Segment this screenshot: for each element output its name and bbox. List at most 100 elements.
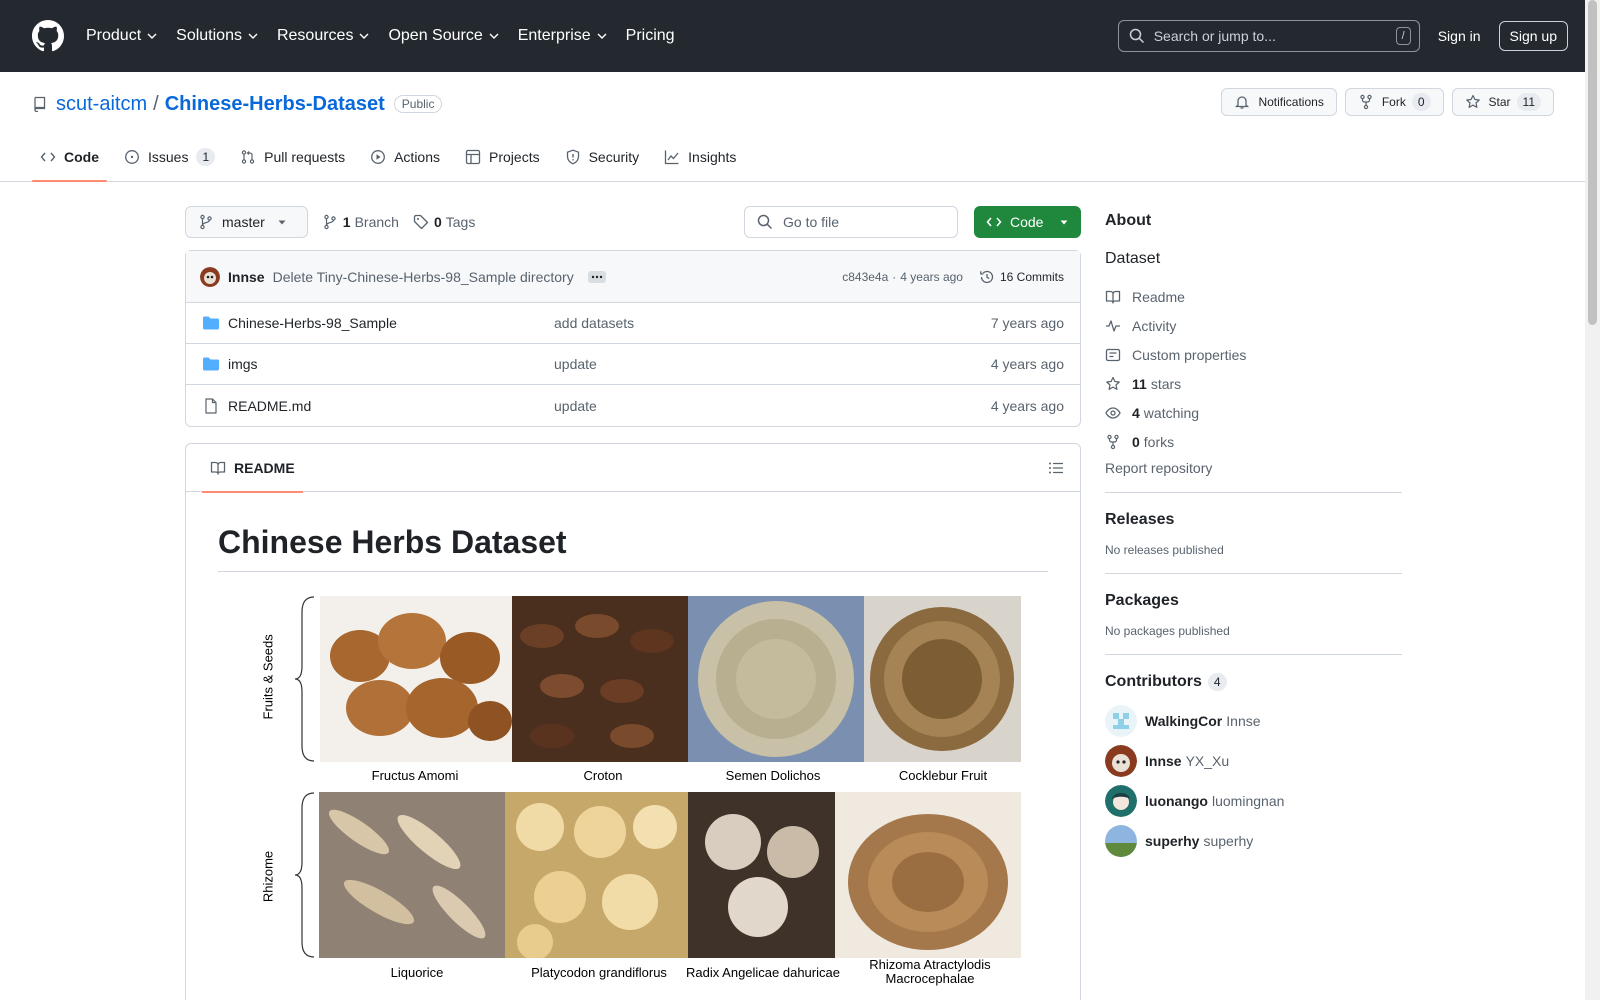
list-item[interactable]: superhy superhy xyxy=(1105,825,1402,857)
tab-insights[interactable]: Insights xyxy=(656,133,744,181)
table-row[interactable]: Chinese-Herbs-98_Sample add datasets 7 y… xyxy=(186,303,1080,344)
table-row[interactable]: README.md update 4 years ago xyxy=(186,385,1080,426)
activity-link[interactable]: Activity xyxy=(1105,311,1402,340)
commit-sha-link[interactable]: c843e4a xyxy=(842,270,888,284)
forks-count: 0 xyxy=(1132,433,1140,450)
file-commit-message[interactable]: update xyxy=(554,398,991,414)
activity-link-label: Activity xyxy=(1132,317,1177,334)
herb-caption: Fructus Amomi xyxy=(371,768,459,783)
readme-panel: README Chinese Herbs Dataset Fruits & Se… xyxy=(185,443,1081,1000)
scrollbar-thumb[interactable] xyxy=(1588,0,1597,325)
nav-product[interactable]: Product xyxy=(86,27,158,45)
tab-security[interactable]: Security xyxy=(557,133,648,181)
chevron-down-icon xyxy=(597,33,607,39)
go-to-file-input[interactable]: Go to file xyxy=(744,206,958,238)
contributor-alias: YX_Xu xyxy=(1185,753,1230,769)
file-commit-message[interactable]: update xyxy=(554,356,991,372)
branch-select-button[interactable]: master xyxy=(185,206,308,238)
file-icon xyxy=(205,397,217,414)
commit-message-link[interactable]: Delete Tiny-Chinese-Herbs-98_Sample dire… xyxy=(273,269,574,285)
code-dropdown-button[interactable]: Code xyxy=(974,206,1081,238)
fork-button[interactable]: Fork 0 xyxy=(1344,88,1444,116)
repo-sidebar: About Dataset Readme Activity Custom pro… xyxy=(1105,212,1402,857)
nav-pricing[interactable]: Pricing xyxy=(626,27,675,45)
nav-open-source[interactable]: Open Source xyxy=(388,27,499,45)
star-button[interactable]: Star 11 xyxy=(1451,88,1554,116)
code-icon xyxy=(986,217,1002,227)
table-row[interactable]: imgs update 4 years ago xyxy=(186,344,1080,385)
tab-label: Issues xyxy=(148,149,189,165)
file-commit-message[interactable]: add datasets xyxy=(554,315,991,331)
contributors-list: WalkingCor Innse Innse YX_Xu luonango lu… xyxy=(1105,705,1402,857)
repo-owner-link[interactable]: scut-aitcm xyxy=(56,93,147,116)
tab-code[interactable]: Code xyxy=(32,133,107,182)
commit-meta-dot: · xyxy=(892,269,897,284)
branches-label: Branch xyxy=(354,214,399,230)
code-button-label: Code xyxy=(1010,214,1044,230)
watchers-link[interactable]: 4 watching xyxy=(1105,398,1402,427)
branches-link[interactable]: 1 Branch xyxy=(322,214,399,230)
sign-up-button[interactable]: Sign up xyxy=(1498,21,1568,51)
repo-actions: Notifications Fork 0 Star 11 xyxy=(1213,88,1554,116)
star-icon xyxy=(1106,376,1120,390)
global-search-input[interactable]: Search or jump to... / xyxy=(1117,20,1420,52)
file-date: 4 years ago xyxy=(990,397,1064,414)
tab-pull-requests[interactable]: Pull requests xyxy=(232,133,353,181)
report-repository-link[interactable]: Report repository xyxy=(1105,460,1402,476)
file-date: 7 years ago xyxy=(990,315,1064,331)
tab-issues[interactable]: Issues 1 xyxy=(116,133,223,181)
fork-count: 0 xyxy=(1411,93,1431,111)
nav-label: Solutions xyxy=(176,27,242,44)
global-header: Product Solutions Resources Open Source … xyxy=(0,0,1600,72)
file-name-link[interactable]: README.md xyxy=(228,398,554,414)
file-name-link[interactable]: Chinese-Herbs-98_Sample xyxy=(228,315,554,331)
readme-link[interactable]: Readme xyxy=(1105,282,1402,311)
herb-caption: Croton xyxy=(583,768,623,783)
herb-caption: Platycodon grandiflorus xyxy=(531,965,667,980)
page-scrollbar[interactable] xyxy=(1585,0,1600,1000)
tags-link[interactable]: 0 Tags xyxy=(413,214,475,230)
stars-link[interactable]: 11 stars xyxy=(1105,369,1402,398)
sign-in-link[interactable]: Sign in xyxy=(1438,28,1481,44)
file-name-link[interactable]: imgs xyxy=(228,356,554,372)
forks-link[interactable]: 0 forks xyxy=(1105,427,1402,456)
expand-commit-button[interactable] xyxy=(587,270,606,283)
tab-label: Projects xyxy=(489,149,540,165)
contributor-login: Innse xyxy=(1145,753,1182,769)
nav-label: Pricing xyxy=(625,27,675,44)
nav-label: Enterprise xyxy=(517,27,591,44)
packages-section: Packages No packages published xyxy=(1105,573,1402,638)
bell-icon xyxy=(1235,96,1250,109)
nav-resources[interactable]: Resources xyxy=(277,27,370,45)
readme-tab[interactable]: README xyxy=(202,444,303,493)
readme-title: Chinese Herbs Dataset xyxy=(218,524,1048,572)
releases-heading[interactable]: Releases xyxy=(1105,511,1402,529)
list-item[interactable]: Innse YX_Xu xyxy=(1105,745,1402,777)
nav-enterprise[interactable]: Enterprise xyxy=(518,27,608,45)
list-icon[interactable] xyxy=(1048,460,1064,476)
herb-caption: Radix Angelicae dahuricae xyxy=(686,965,840,980)
github-logo-icon[interactable] xyxy=(32,20,64,52)
avatar xyxy=(1105,705,1137,737)
notifications-button[interactable]: Notifications xyxy=(1221,88,1337,116)
packages-heading[interactable]: Packages xyxy=(1105,592,1402,610)
commit-author-link[interactable]: Innse xyxy=(228,269,265,285)
search-icon xyxy=(757,214,773,230)
contributor-alias: Innse xyxy=(1226,713,1261,729)
repo-icon xyxy=(34,96,46,112)
tab-actions[interactable]: Actions xyxy=(362,133,448,181)
author-avatar[interactable] xyxy=(200,266,220,287)
branch-icon xyxy=(324,214,336,230)
search-shortcut-key: / xyxy=(1395,27,1411,45)
custom-properties-link[interactable]: Custom properties xyxy=(1105,340,1402,369)
list-item[interactable]: WalkingCor Innse xyxy=(1105,705,1402,737)
repo-name-link[interactable]: Chinese-Herbs-Dataset xyxy=(165,93,385,116)
commit-history-link[interactable]: 16 Commits xyxy=(979,269,1064,285)
tab-projects[interactable]: Projects xyxy=(457,133,548,181)
nav-solutions[interactable]: Solutions xyxy=(176,27,259,45)
herb-photo-cocklebur-fruit xyxy=(864,596,1021,762)
contributors-heading[interactable]: Contributors 4 xyxy=(1105,673,1402,691)
about-description: Dataset xyxy=(1105,250,1161,267)
repo-separator: / xyxy=(153,92,159,115)
list-item[interactable]: luonango luomingnan xyxy=(1105,785,1402,817)
